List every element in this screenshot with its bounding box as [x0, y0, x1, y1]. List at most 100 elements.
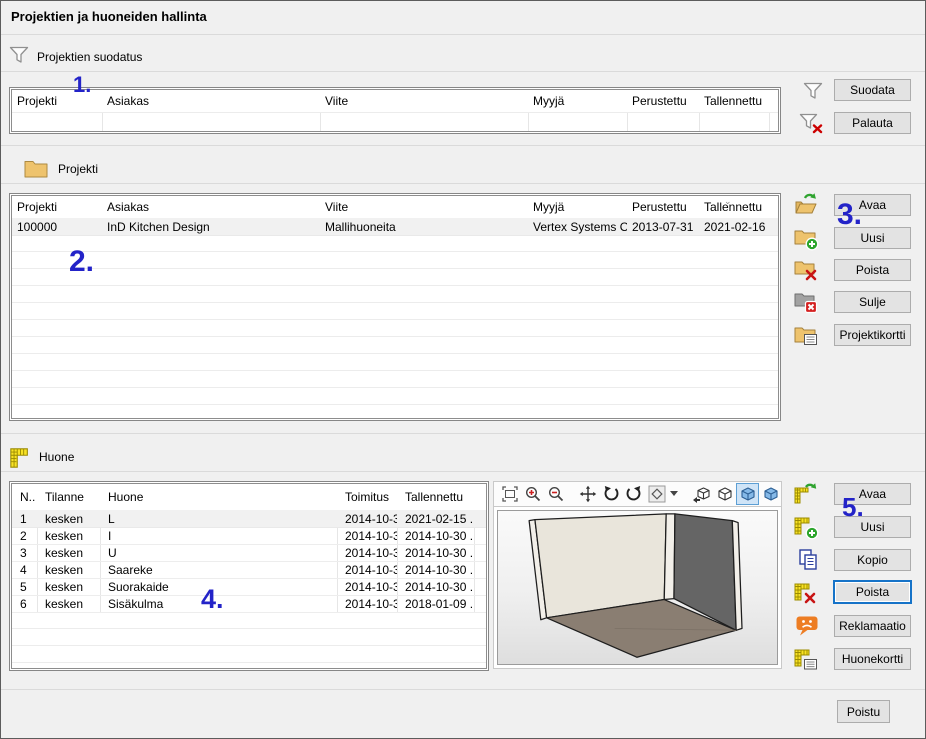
cell-tilanne: kesken	[37, 597, 100, 611]
center-view-icon[interactable]	[646, 484, 667, 504]
cell-nro: 1	[12, 512, 37, 526]
reklamaatio-button[interactable]: Reklamaatio	[834, 615, 911, 637]
room-col-nro[interactable]: N..	[12, 490, 37, 504]
cell-projekti: 100000	[12, 220, 102, 234]
rotate-right-icon[interactable]	[623, 484, 644, 504]
new-room-icon[interactable]	[793, 514, 819, 540]
annotation-5: 5.	[842, 494, 864, 520]
box-view-2-icon[interactable]	[715, 484, 736, 504]
filter-funnel-icon	[7, 43, 31, 67]
cell-viite: Mallihuoneita	[320, 220, 528, 234]
close-project-icon[interactable]	[793, 289, 819, 315]
uusi-label: Uusi	[860, 231, 884, 245]
cell-asiakas: InD Kitchen Design	[102, 220, 320, 234]
projektikortti-label: Projektikortti	[839, 328, 905, 342]
cell-huone: Saareke	[100, 563, 337, 577]
complaint-icon[interactable]	[794, 613, 820, 639]
box-view-3-icon[interactable]	[737, 484, 758, 504]
cell-tilanne: kesken	[37, 563, 100, 577]
poista-label: Poista	[856, 585, 889, 599]
cell-toimitus: 2014-10-31	[337, 546, 397, 560]
folder-icon	[23, 158, 49, 180]
kopio-button[interactable]: Kopio	[834, 549, 911, 571]
projektikortti-button[interactable]: Projektikortti	[834, 324, 911, 346]
table-row[interactable]: 2 kesken I 2014-10-31 2014-10-30 ...	[12, 527, 486, 545]
room-card-icon[interactable]	[793, 646, 819, 672]
delete-project-icon[interactable]	[793, 257, 819, 283]
poista-label: Poista	[856, 263, 889, 277]
filter-col-myyja[interactable]: Myyjä	[528, 94, 627, 108]
table-row[interactable]: 4 kesken Saareke 2014-10-31 2014-10-30 .…	[12, 561, 486, 579]
filter-apply-icon[interactable]	[801, 79, 825, 103]
table-row[interactable]: 6 kesken Sisäkulma 2014-10-31 2018-01-09…	[12, 595, 486, 613]
filter-col-perustettu[interactable]: Perustettu	[627, 94, 699, 108]
huonekortti-label: Huonekortti	[842, 652, 903, 666]
cell-nro: 4	[12, 563, 37, 577]
palauta-button[interactable]: Palauta	[834, 112, 911, 134]
suodata-button[interactable]: Suodata	[834, 79, 911, 101]
uusi-label: Uusi	[860, 520, 884, 534]
zoom-fit-icon[interactable]	[500, 484, 521, 504]
divider	[1, 183, 925, 184]
view-dropdown-caret[interactable]	[669, 484, 678, 504]
delete-room-icon[interactable]	[793, 580, 819, 606]
projects-rooms-window: Projektien ja huoneiden hallinta Projekt…	[0, 0, 926, 739]
filter-clear-icon[interactable]	[798, 111, 826, 135]
box-view-4-icon[interactable]	[760, 484, 781, 504]
table-row[interactable]: 3 kesken U 2014-10-31 2014-10-30 ...	[12, 544, 486, 562]
suodata-label: Suodata	[850, 83, 895, 97]
poista-room-button[interactable]: Poista	[833, 580, 912, 604]
project-col-asiakas[interactable]: Asiakas	[102, 200, 320, 214]
open-project-icon[interactable]	[793, 192, 819, 218]
cell-nro: 5	[12, 580, 37, 594]
table-row[interactable]: 5 kesken Suorakaide 2014-10-31 2014-10-3…	[12, 578, 486, 596]
cell-tallennettu: 2014-10-30 ...	[397, 529, 474, 543]
filter-col-tallennettu[interactable]: Tallennettu	[699, 94, 769, 108]
sort-indicator: ⌄	[724, 197, 732, 205]
filter-col-viite[interactable]: Viite	[320, 94, 528, 108]
room-col-toimitus[interactable]: Toimitus	[337, 490, 397, 504]
filter-col-asiakas[interactable]: Asiakas	[102, 94, 320, 108]
open-room-icon[interactable]	[793, 481, 819, 507]
cell-huone: U	[100, 546, 337, 560]
annotation-1: 1.	[73, 74, 91, 96]
cell-tallennettu: 2014-10-30 ...	[397, 563, 474, 577]
table-row[interactable]: 100000 InD Kitchen Design Mallihuoneita …	[12, 218, 778, 236]
huonekortti-button[interactable]: Huonekortti	[834, 648, 911, 670]
project-col-myyja[interactable]: Myyjä	[528, 200, 627, 214]
cell-toimitus: 2014-10-31	[337, 563, 397, 577]
table-row[interactable]: 1 kesken L 2014-10-31 2021-02-15 ...	[12, 510, 486, 528]
project-col-viite[interactable]: Viite	[320, 200, 528, 214]
room-col-huone[interactable]: Huone	[100, 490, 337, 504]
divider	[1, 71, 925, 72]
cell-tilanne: kesken	[37, 546, 100, 560]
cell-huone: L	[100, 512, 337, 526]
project-card-icon[interactable]	[793, 322, 819, 348]
kopio-label: Kopio	[857, 553, 888, 567]
project-col-projekti[interactable]: Projekti	[12, 200, 102, 214]
page-title: Projektien ja huoneiden hallinta	[11, 9, 207, 24]
copy-room-icon[interactable]	[795, 547, 821, 573]
rotate-left-icon[interactable]	[601, 484, 622, 504]
new-project-icon[interactable]	[793, 225, 819, 251]
room-col-tilanne[interactable]: Tilanne	[37, 490, 100, 504]
palauta-label: Palauta	[852, 116, 893, 130]
box-view-1-icon[interactable]	[692, 484, 713, 504]
zoom-in-icon[interactable]	[523, 484, 544, 504]
room-preview[interactable]	[493, 506, 782, 669]
room-ruler-icon	[9, 447, 31, 469]
room-3d-render	[498, 511, 777, 664]
room-col-tallennettu[interactable]: Tallennettu	[397, 490, 474, 504]
sulje-project-button[interactable]: Sulje	[834, 291, 911, 313]
cell-tallennettu: 2021-02-15 ...	[397, 512, 474, 526]
poistu-button[interactable]: Poistu	[837, 700, 890, 723]
poista-project-button[interactable]: Poista	[834, 259, 911, 281]
pan-icon[interactable]	[578, 484, 599, 504]
project-col-tallennettu[interactable]: Tallennettu	[699, 200, 769, 214]
cell-tallennettu: 2021-02-16	[699, 220, 769, 234]
cell-tilanne: kesken	[37, 580, 100, 594]
project-col-perustettu[interactable]: Perustettu	[627, 200, 699, 214]
zoom-out-icon[interactable]	[546, 484, 567, 504]
room-section-title: Huone	[39, 450, 74, 464]
cell-tallennettu: 2018-01-09 ...	[397, 597, 474, 611]
